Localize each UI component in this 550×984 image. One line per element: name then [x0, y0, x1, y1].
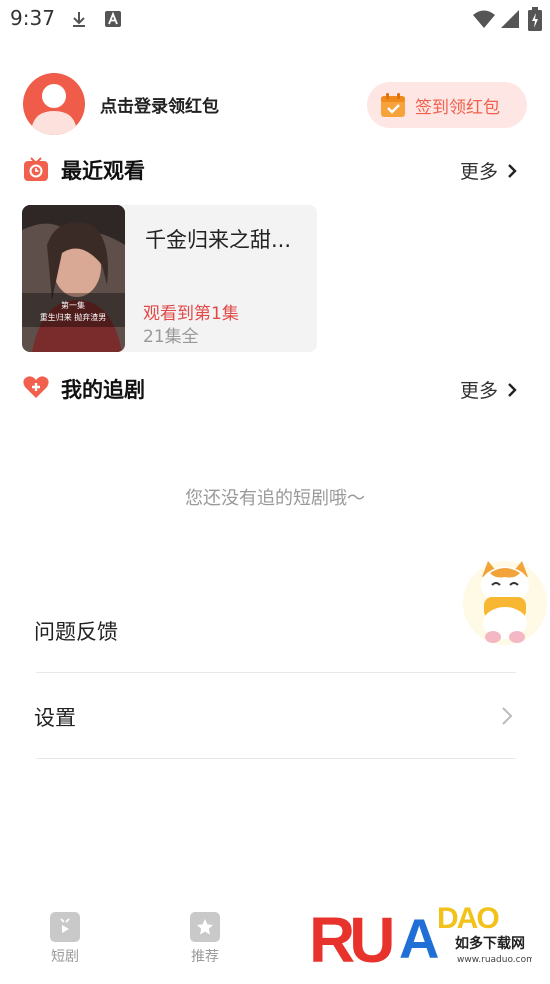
avatar[interactable] — [23, 73, 85, 135]
divider — [36, 672, 516, 673]
drama-poster: 第一集 重生归来 抛弃渣男 — [22, 205, 125, 352]
nav-label-recommend: 推荐 — [191, 949, 219, 965]
star-icon — [190, 912, 220, 942]
recent-title: 最近观看 — [61, 159, 145, 183]
following-more-label: 更多 — [460, 380, 499, 402]
chevron-right-icon — [502, 707, 513, 725]
drama-title: 千金归来之甜... — [145, 228, 292, 252]
chevron-right-icon — [508, 163, 517, 178]
divider — [36, 758, 516, 759]
following-more-button[interactable]: 更多 — [460, 376, 518, 403]
svg-text:RU: RU — [309, 904, 392, 976]
watch-progress: 观看到第1集 — [143, 304, 239, 324]
tv-icon — [24, 157, 48, 181]
calendar-icon — [381, 93, 405, 117]
checkin-button[interactable]: 签到领红包 — [367, 82, 527, 128]
watermark-cn: 如多下载网 — [455, 935, 525, 952]
nav-item-recommend[interactable]: 推荐 — [190, 912, 220, 966]
heart-icon — [23, 376, 49, 398]
following-title: 我的追剧 — [61, 378, 145, 402]
recent-more-label: 更多 — [460, 161, 499, 183]
poster-caption-2: 重生归来 抛弃渣男 — [40, 312, 107, 322]
watermark-url: www.ruaduo.com — [457, 955, 532, 965]
following-empty-message: 您还没有追的短剧哦～ — [185, 488, 365, 509]
settings-menu-item[interactable]: 设置 — [34, 702, 76, 732]
nav-label-short-drama: 短剧 — [51, 949, 79, 965]
ruaduo-watermark-logo: RU A DAO 如多下载网 www.ruaduo.com — [309, 902, 532, 976]
signal-icon — [501, 10, 519, 28]
battery-icon — [528, 7, 542, 31]
recent-more-button[interactable]: 更多 — [460, 157, 518, 184]
poster-caption-1: 第一集 — [61, 300, 85, 310]
nav-item-short-drama[interactable]: 短剧 — [50, 912, 80, 966]
feedback-menu-item[interactable]: 问题反馈 — [34, 616, 118, 646]
download-icon — [73, 12, 85, 27]
svg-text:A: A — [399, 907, 438, 970]
a-badge-icon — [105, 11, 121, 27]
lucky-cat-icon[interactable] — [460, 557, 550, 649]
login-link[interactable]: 点击登录领红包 — [100, 92, 219, 117]
episode-count: 21集全 — [143, 327, 199, 347]
play-tv-icon — [50, 912, 80, 942]
status-time: 9:37 — [10, 6, 55, 30]
chevron-right-icon — [508, 382, 517, 397]
user-icon — [31, 84, 77, 135]
wifi-icon — [473, 10, 495, 28]
poster-image: 第一集 重生归来 抛弃渣男 — [22, 205, 125, 352]
checkin-label: 签到领红包 — [415, 97, 500, 118]
svg-text:DAO: DAO — [437, 902, 499, 935]
